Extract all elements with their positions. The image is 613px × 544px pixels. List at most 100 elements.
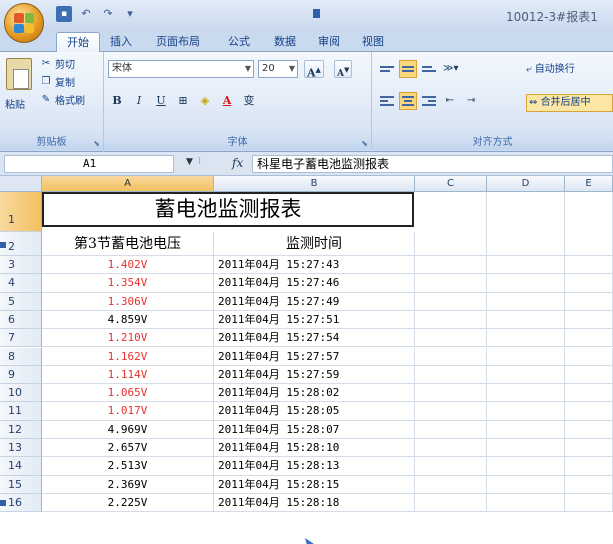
underline-button[interactable]: U <box>152 92 170 110</box>
voltage-cell[interactable]: 4.969V <box>42 420 214 439</box>
align-left-icon[interactable] <box>378 92 396 110</box>
row-header[interactable]: 2 <box>0 232 42 256</box>
border-icon[interactable]: ⊞ <box>174 92 192 110</box>
time-cell[interactable]: 2011年04月 15:28:07 <box>214 420 415 439</box>
voltage-cell[interactable]: 2.225V <box>42 493 214 513</box>
row-header[interactable]: 13 <box>0 439 42 458</box>
empty-cell[interactable] <box>487 402 565 421</box>
empty-cell[interactable] <box>565 493 613 513</box>
empty-cell[interactable] <box>565 402 613 421</box>
decrease-indent-icon[interactable]: ⇤ <box>441 92 459 110</box>
voltage-cell[interactable]: 2.369V <box>42 475 214 494</box>
header-voltage-cell[interactable]: 第3节蓄电池电压 <box>42 232 214 256</box>
phonetic-button[interactable]: 变 <box>240 92 258 110</box>
time-cell[interactable]: 2011年04月 15:28:10 <box>214 439 415 458</box>
empty-cell[interactable] <box>415 310 487 330</box>
worksheet-grid[interactable]: A B C D E 1 2 蓄电池监测报表 第3节蓄电池电压 监测时间 3 1.4… <box>0 176 613 544</box>
empty-cell[interactable] <box>415 365 487 385</box>
row-header[interactable]: 14 <box>0 457 42 476</box>
italic-button[interactable]: I <box>130 92 148 110</box>
voltage-cell[interactable]: 1.402V <box>42 256 214 275</box>
row-header[interactable]: 9 <box>0 365 42 385</box>
paste-button[interactable]: 粘贴 <box>5 96 25 111</box>
dialog-launcher-icon[interactable]: ⬊ <box>361 139 368 148</box>
header-time-cell[interactable]: 监测时间 <box>214 232 415 256</box>
empty-cell[interactable] <box>415 274 487 293</box>
name-box[interactable]: A1 <box>4 155 174 173</box>
empty-cell[interactable] <box>565 292 613 311</box>
tab-insert[interactable]: 插入 <box>100 32 142 52</box>
insert-function-button[interactable]: fx <box>232 156 243 170</box>
empty-cell[interactable] <box>415 347 487 366</box>
align-center-icon[interactable] <box>399 92 417 110</box>
tab-page-layout[interactable]: 页面布局 <box>146 32 210 52</box>
voltage-cell[interactable]: 2.513V <box>42 457 214 476</box>
empty-cell[interactable] <box>415 384 487 403</box>
row-header[interactable]: 11 <box>0 402 42 421</box>
tab-formulas[interactable]: 公式 <box>218 32 260 52</box>
row-header[interactable]: 16 <box>0 493 42 513</box>
empty-cell[interactable] <box>487 475 565 494</box>
time-cell[interactable]: 2011年04月 15:27:43 <box>214 256 415 275</box>
tab-review[interactable]: 审阅 <box>308 32 350 52</box>
align-middle-icon[interactable] <box>399 60 417 78</box>
voltage-cell[interactable]: 1.017V <box>42 402 214 421</box>
empty-cell[interactable] <box>565 329 613 348</box>
empty-cell[interactable] <box>415 420 487 439</box>
row-header[interactable]: 15 <box>0 475 42 494</box>
row-header[interactable]: 10 <box>0 384 42 403</box>
empty-cell[interactable] <box>487 192 565 256</box>
row-header[interactable]: 7 <box>0 329 42 348</box>
voltage-cell[interactable]: 4.859V <box>42 310 214 330</box>
time-cell[interactable]: 2011年04月 15:27:59 <box>214 365 415 385</box>
empty-cell[interactable] <box>565 256 613 275</box>
column-header-d[interactable]: D <box>487 176 565 192</box>
empty-cell[interactable] <box>565 475 613 494</box>
empty-cell[interactable] <box>415 329 487 348</box>
empty-cell[interactable] <box>565 192 613 256</box>
column-header-c[interactable]: C <box>415 176 487 192</box>
wrap-text-button[interactable]: ⤶ 自动换行 <box>526 60 575 75</box>
empty-cell[interactable] <box>415 292 487 311</box>
empty-cell[interactable] <box>565 439 613 458</box>
align-right-icon[interactable] <box>420 92 438 110</box>
voltage-cell[interactable]: 1.354V <box>42 274 214 293</box>
empty-cell[interactable] <box>415 439 487 458</box>
time-cell[interactable]: 2011年04月 15:27:46 <box>214 274 415 293</box>
empty-cell[interactable] <box>487 457 565 476</box>
time-cell[interactable]: 2011年04月 15:28:15 <box>214 475 415 494</box>
font-size-select[interactable]: 20 ▼ <box>258 60 298 78</box>
time-cell[interactable]: 2011年04月 15:27:54 <box>214 329 415 348</box>
font-color-icon[interactable]: A <box>218 92 236 110</box>
empty-cell[interactable] <box>415 475 487 494</box>
empty-cell[interactable] <box>487 439 565 458</box>
tab-view[interactable]: 视图 <box>352 32 394 52</box>
font-name-select[interactable]: 宋体 ▼ <box>108 60 254 78</box>
align-bottom-icon[interactable] <box>420 60 438 78</box>
voltage-cell[interactable]: 1.162V <box>42 347 214 366</box>
time-cell[interactable]: 2011年04月 15:27:49 <box>214 292 415 311</box>
time-cell[interactable]: 2011年04月 15:28:02 <box>214 384 415 403</box>
shrink-font-button[interactable]: A▼ <box>334 60 353 79</box>
formula-input[interactable]: 科星电子蓄电池监测报表 <box>252 155 613 173</box>
paste-icon[interactable] <box>6 58 32 90</box>
empty-cell[interactable] <box>487 292 565 311</box>
row-header[interactable]: 1 <box>0 192 42 232</box>
empty-cell[interactable] <box>487 365 565 385</box>
empty-cell[interactable] <box>415 192 487 256</box>
report-title-cell[interactable]: 蓄电池监测报表 <box>42 192 414 227</box>
empty-cell[interactable] <box>415 457 487 476</box>
row-header[interactable]: 6 <box>0 310 42 330</box>
column-header-a[interactable]: A <box>42 176 214 192</box>
undo-icon[interactable]: ↶ <box>78 6 94 22</box>
voltage-cell[interactable]: 1.210V <box>42 329 214 348</box>
customize-qat-icon[interactable]: ▾ <box>122 6 138 22</box>
increase-indent-icon[interactable]: ⇥ <box>462 92 480 110</box>
redo-icon[interactable]: ↷ <box>100 6 116 22</box>
voltage-cell[interactable]: 1.306V <box>42 292 214 311</box>
empty-cell[interactable] <box>565 365 613 385</box>
copy-button[interactable]: ❐ 复制 <box>40 74 75 90</box>
empty-cell[interactable] <box>415 256 487 275</box>
empty-cell[interactable] <box>565 347 613 366</box>
tab-data[interactable]: 数据 <box>264 32 306 52</box>
